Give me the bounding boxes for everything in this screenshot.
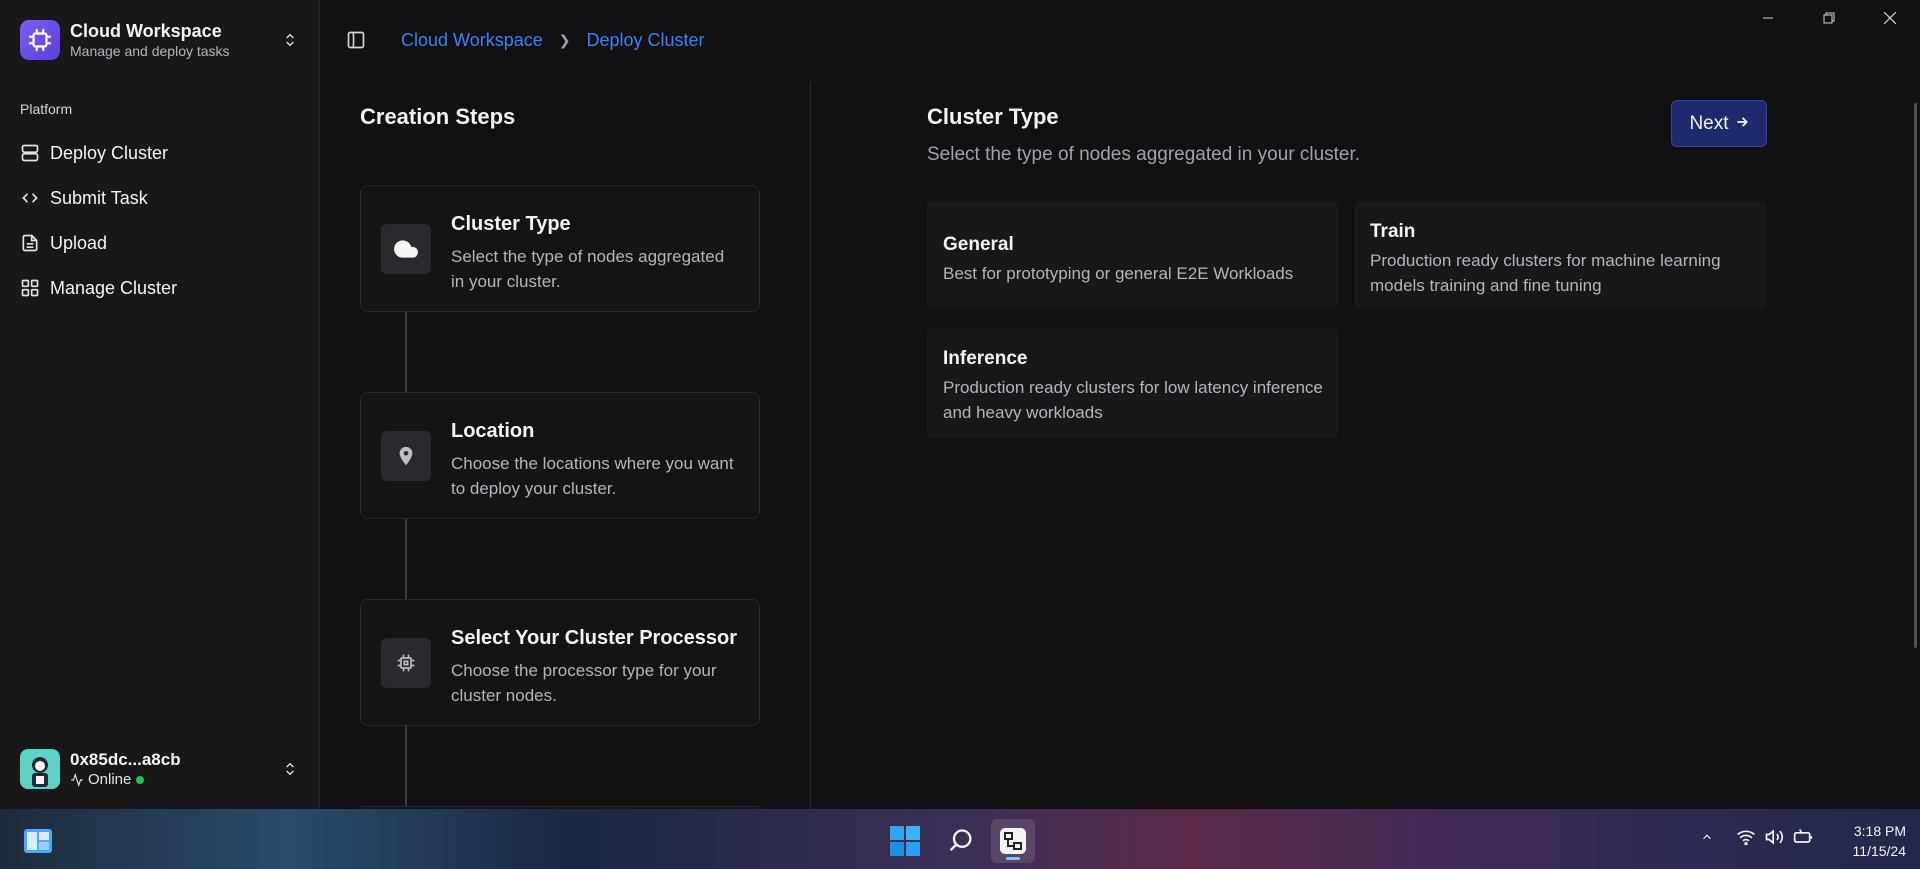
sidebar-item-deploy-cluster[interactable]: Deploy Cluster xyxy=(10,133,310,173)
code-icon xyxy=(20,188,40,208)
step-description: Choose the processor type for your clust… xyxy=(451,661,717,705)
file-icon xyxy=(20,233,40,253)
sidebar-item-label: Manage Cluster xyxy=(50,277,178,298)
scrollbar[interactable] xyxy=(1914,103,1917,648)
cpu-icon xyxy=(381,638,431,688)
cluster-option-train[interactable]: Train Production ready clusters for mach… xyxy=(1354,201,1767,308)
active-app-indicator xyxy=(1006,857,1020,860)
start-windows-icon[interactable] xyxy=(883,819,927,863)
volume-icon[interactable] xyxy=(1764,827,1784,847)
workspace-subtitle: Manage and deploy tasks xyxy=(70,43,230,59)
status-text: Online xyxy=(88,771,132,788)
window-controls xyxy=(1737,0,1920,36)
online-indicator xyxy=(136,775,145,784)
step-card-processor[interactable]: Select Your Cluster Processor Choose the… xyxy=(360,599,760,726)
taskbar-clock[interactable]: 3:18 PM 11/15/24 xyxy=(1826,821,1906,861)
workspace-switcher[interactable]: Cloud Workspace Manage and deploy tasks xyxy=(20,20,300,60)
workspace-title: Cloud Workspace xyxy=(70,21,222,41)
app-window: Cloud Workspace Manage and deploy tasks … xyxy=(0,0,1920,809)
sidebar-item-label: Submit Task xyxy=(50,187,148,208)
system-tray xyxy=(1700,827,1814,847)
user-address: 0x85dc...a8cb xyxy=(70,750,181,769)
app-taskbar-icon[interactable] xyxy=(991,819,1035,863)
option-title: Train xyxy=(1370,221,1416,242)
sidebar-item-manage-cluster[interactable]: Manage Cluster xyxy=(10,268,310,308)
cluster-type-title: Cluster Type xyxy=(927,104,1059,129)
sidebar-item-label: Upload xyxy=(50,232,108,253)
battery-icon[interactable] xyxy=(1792,827,1814,847)
column-divider xyxy=(810,82,811,809)
chip-logo-icon xyxy=(20,20,60,60)
arrow-right-icon xyxy=(1735,113,1749,135)
widgets-icon[interactable] xyxy=(16,819,60,863)
topbar: Cloud Workspace ❯ Deploy Cluster xyxy=(320,0,1920,82)
step-title: Select Your Cluster Processor xyxy=(451,627,738,649)
option-description: Best for prototyping or general E2E Work… xyxy=(943,264,1294,283)
option-title: Inference xyxy=(943,348,1028,369)
minimize-icon[interactable] xyxy=(1737,0,1798,36)
grid-icon xyxy=(20,278,40,298)
steps-title: Creation Steps xyxy=(360,104,516,129)
user-menu[interactable]: 0x85dc...a8cb Online xyxy=(20,748,300,790)
sidebar-nav: Deploy Cluster Submit Task Upload Manage… xyxy=(10,133,310,313)
user-status: Online xyxy=(70,770,280,789)
sidebar: Cloud Workspace Manage and deploy tasks … xyxy=(0,0,320,809)
option-title: General xyxy=(943,234,1014,255)
cloud-icon xyxy=(381,224,431,274)
chevrons-up-down-icon xyxy=(280,759,300,779)
main-content: Cloud Workspace ❯ Deploy Cluster Creatio… xyxy=(320,0,1920,809)
option-description: Production ready clusters for low latenc… xyxy=(943,378,1323,422)
server-icon xyxy=(20,143,40,163)
chevron-up-icon[interactable] xyxy=(1700,830,1714,844)
breadcrumb-root[interactable]: Cloud Workspace xyxy=(401,30,543,51)
cluster-type-subtitle: Select the type of nodes aggregated in y… xyxy=(927,144,1361,165)
step-card-cluster-type[interactable]: Cluster Type Select the type of nodes ag… xyxy=(360,185,760,312)
search-icon[interactable] xyxy=(939,819,983,863)
chevrons-up-down-icon xyxy=(280,30,300,50)
chevron-right-icon: ❯ xyxy=(558,32,571,48)
avatar xyxy=(20,749,60,789)
next-button-label: Next xyxy=(1689,112,1729,134)
step-title: Cluster Type xyxy=(451,213,571,235)
option-description: Production ready clusters for machine le… xyxy=(1370,251,1721,295)
sidebar-toggle-icon[interactable] xyxy=(344,28,368,52)
step-description: Choose the locations where you want to d… xyxy=(451,454,734,498)
step-title: Location xyxy=(451,420,535,442)
cluster-option-general[interactable]: General Best for prototyping or general … xyxy=(927,201,1338,308)
step-description: Select the type of nodes aggregated in y… xyxy=(451,247,725,291)
taskbar: 3:18 PM 11/15/24 xyxy=(0,809,1920,869)
close-icon[interactable] xyxy=(1859,0,1920,36)
sidebar-item-submit-task[interactable]: Submit Task xyxy=(10,178,310,218)
restore-icon[interactable] xyxy=(1798,0,1859,36)
section-label-platform: Platform xyxy=(20,101,73,117)
clock-date: 11/15/24 xyxy=(1852,843,1906,859)
next-button[interactable]: Next xyxy=(1671,100,1767,147)
sidebar-item-upload[interactable]: Upload xyxy=(10,223,310,263)
activity-icon xyxy=(70,772,84,787)
sidebar-item-label: Deploy Cluster xyxy=(50,142,169,163)
clock-time: 3:18 PM xyxy=(1853,823,1906,839)
cluster-option-inference[interactable]: Inference Production ready clusters for … xyxy=(927,328,1338,438)
breadcrumb: Cloud Workspace ❯ Deploy Cluster xyxy=(401,30,705,51)
wifi-icon[interactable] xyxy=(1736,827,1756,847)
step-card-location[interactable]: Location Choose the locations where you … xyxy=(360,392,760,519)
breadcrumb-current[interactable]: Deploy Cluster xyxy=(586,30,704,51)
map-pin-icon xyxy=(381,431,431,481)
